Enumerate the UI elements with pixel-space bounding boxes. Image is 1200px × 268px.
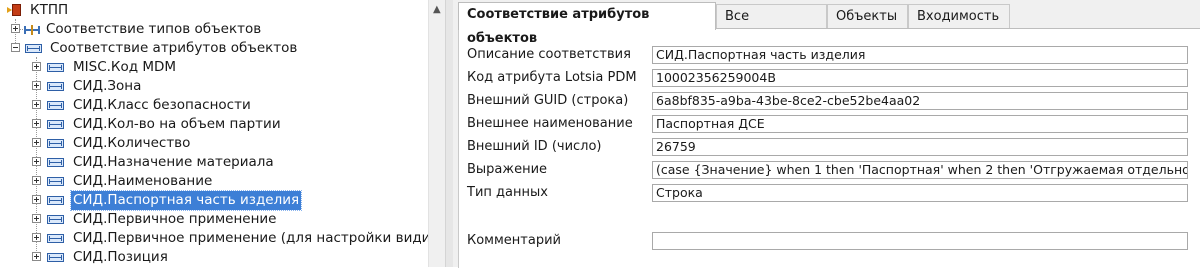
attribute-icon bbox=[47, 215, 64, 224]
expand-icon[interactable] bbox=[11, 24, 20, 33]
field-label-external-guid: Внешний GUID (строка) bbox=[467, 93, 629, 108]
tree-node-label: СИД.Кол-во на объем партии bbox=[73, 116, 281, 132]
external-name-field[interactable]: Паспортная ДСЕ bbox=[652, 115, 1188, 133]
attribute-icon bbox=[47, 120, 64, 129]
scroll-up-icon[interactable]: ▲ bbox=[433, 5, 442, 15]
expand-icon[interactable] bbox=[32, 157, 41, 166]
expand-icon[interactable] bbox=[32, 176, 41, 185]
tree-node-attribute[interactable]: СИД.Зона bbox=[0, 77, 428, 96]
tree-node-attribute[interactable]: СИД.Кол-во на объем партии bbox=[0, 115, 428, 134]
pane-splitter[interactable] bbox=[445, 0, 453, 267]
type-mapping-icon bbox=[24, 25, 40, 35]
attribute-code-field[interactable]: 10002356259004B bbox=[652, 69, 1188, 87]
tree-node-label: Соответствие атрибутов объектов bbox=[50, 40, 298, 56]
tree-node-label: СИД.Позиция bbox=[73, 249, 168, 265]
tree-node-attribute[interactable]: СИД.Назначение материала bbox=[0, 153, 428, 172]
attribute-icon bbox=[47, 196, 64, 205]
tree-node-attribute[interactable]: СИД.Количество bbox=[0, 134, 428, 153]
attribute-mapping-icon bbox=[25, 44, 42, 53]
tree-node-label: СИД.Количество bbox=[73, 135, 191, 151]
attribute-mapping-form: Описание соответствия СИД.Паспортная час… bbox=[458, 28, 1200, 268]
external-guid-field[interactable]: 6a8bf835-a9ba-43be-8ce2-cbe52be4aa02 bbox=[652, 92, 1188, 110]
tree-node-label: СИД.Наименование bbox=[73, 173, 213, 189]
details-pane: Соответствие атрибутов объектов Все атри… bbox=[453, 0, 1200, 268]
expand-icon[interactable] bbox=[32, 119, 41, 128]
attribute-icon bbox=[47, 158, 64, 167]
tree-node-attribute[interactable]: СИД.Первичное применение (для настройки … bbox=[0, 229, 428, 248]
tree-node-label: Соответствие типов объектов bbox=[46, 21, 262, 37]
tree-node-label: СИД.Паспортная часть изделия bbox=[69, 190, 303, 211]
field-label-attribute-code: Код атрибута Lotsia PDM bbox=[467, 70, 637, 85]
collapse-icon[interactable] bbox=[11, 43, 20, 52]
attribute-icon bbox=[47, 101, 64, 110]
attribute-icon bbox=[47, 177, 64, 186]
field-label-external-id: Внешний ID (число) bbox=[467, 139, 602, 154]
root-folder-icon bbox=[7, 3, 21, 17]
tree-node-label: СИД.Назначение материала bbox=[73, 154, 274, 170]
tree-node-attribute[interactable]: СИД.Наименование bbox=[0, 172, 428, 191]
description-field[interactable]: СИД.Паспортная часть изделия bbox=[652, 46, 1188, 64]
expand-icon[interactable] bbox=[32, 138, 41, 147]
tree-node-type-mapping[interactable]: Соответствие типов объектов bbox=[0, 20, 428, 39]
tree-node-root[interactable]: КТПП bbox=[0, 1, 428, 20]
tree-node-attribute[interactable]: СИД.Класс безопасности bbox=[0, 96, 428, 115]
expand-icon[interactable] bbox=[32, 214, 41, 223]
tab-attribute-mapping[interactable]: Соответствие атрибутов объектов bbox=[458, 2, 716, 46]
tree-node-label: СИД.Зона bbox=[73, 78, 142, 94]
data-type-field[interactable]: Строка bbox=[652, 184, 1188, 202]
external-id-field[interactable]: 26759 bbox=[652, 138, 1188, 156]
expression-field[interactable]: (case {Значение} when 1 then 'Паспортная… bbox=[652, 161, 1188, 179]
tree-node-attribute-selected[interactable]: СИД.Паспортная часть изделия bbox=[0, 190, 428, 211]
tree-node-label: СИД.Первичное применение (для настройки … bbox=[73, 230, 428, 246]
expand-icon[interactable] bbox=[32, 233, 41, 242]
attribute-icon bbox=[47, 234, 64, 243]
tree-node-attribute[interactable]: MISC.Код MDM bbox=[0, 58, 428, 77]
tab-all-attributes[interactable]: Все атрибуты bbox=[716, 4, 827, 48]
tab-objects[interactable]: Объекты bbox=[827, 4, 908, 28]
field-label-expression: Выражение bbox=[467, 162, 548, 177]
expand-icon[interactable] bbox=[32, 100, 41, 109]
attribute-icon bbox=[47, 63, 64, 72]
attribute-icon bbox=[47, 253, 64, 262]
tab-membership[interactable]: Входимость bbox=[908, 4, 1010, 28]
field-label-data-type: Тип данных bbox=[467, 185, 548, 200]
tree-node-label: СИД.Класс безопасности bbox=[73, 97, 251, 113]
expand-icon[interactable] bbox=[32, 195, 41, 204]
tree-node-attribute[interactable]: СИД.Позиция bbox=[0, 248, 428, 267]
tree-scrollbar[interactable]: ▲ bbox=[428, 0, 445, 267]
expand-icon[interactable] bbox=[32, 81, 41, 90]
tree-node-label: СИД.Первичное применение bbox=[73, 211, 277, 227]
field-label-comment: Комментарий bbox=[467, 233, 561, 248]
field-label-external-name: Внешнее наименование bbox=[467, 116, 633, 131]
comment-field[interactable] bbox=[652, 232, 1188, 250]
object-tree[interactable]: КТПП Соответствие типов объектов Соответ… bbox=[0, 0, 428, 267]
attribute-icon bbox=[47, 82, 64, 91]
tree-node-label: КТПП bbox=[30, 2, 69, 18]
attribute-icon bbox=[47, 139, 64, 148]
tree-node-attribute-mapping[interactable]: Соответствие атрибутов объектов bbox=[0, 39, 428, 58]
tree-node-label: MISC.Код MDM bbox=[73, 59, 177, 75]
expand-icon[interactable] bbox=[32, 252, 41, 261]
tree-node-attribute[interactable]: СИД.Первичное применение bbox=[0, 210, 428, 229]
expand-icon[interactable] bbox=[32, 62, 41, 71]
